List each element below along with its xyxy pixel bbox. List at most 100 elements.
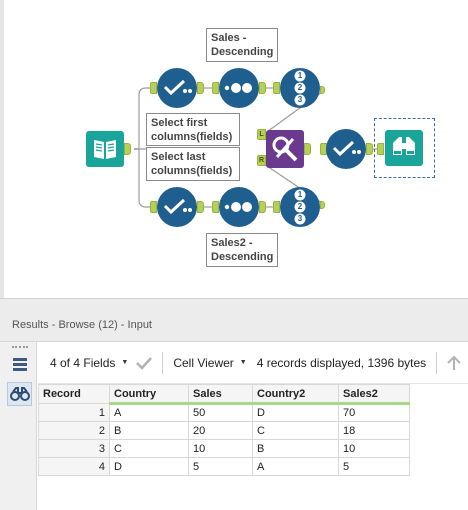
workflow-canvas[interactable]: Sales - Descending Select first columns(…: [0, 0, 468, 298]
cell-sales[interactable]: 5: [188, 457, 253, 476]
sample-top-output-anchor[interactable]: [259, 82, 266, 94]
record-number: 3: [38, 439, 110, 458]
sort-tool-top[interactable]: 1 2 3: [280, 68, 320, 108]
up-arrow-icon: [447, 355, 461, 370]
cell-sales2[interactable]: 70: [338, 403, 410, 422]
sample-tool-bottom[interactable]: [219, 187, 259, 227]
column-header-sales[interactable]: Sales: [188, 384, 253, 405]
sort-bottom-input-anchor[interactable]: [273, 201, 280, 213]
select-tool-bottom[interactable]: [157, 187, 197, 227]
browse-tool-selection[interactable]: [374, 118, 435, 178]
results-window-title: Results - Browse (12) - Input: [0, 310, 468, 342]
column-header-record[interactable]: Record: [38, 384, 110, 404]
join-right-anchor-label: R: [258, 157, 265, 164]
sample-tool-top[interactable]: [219, 68, 259, 108]
cell-country[interactable]: B: [109, 421, 189, 440]
cell-viewer-dropdown[interactable]: Cell Viewer ▼: [169, 342, 250, 384]
input-output-anchor[interactable]: [124, 143, 131, 155]
cell-sales2[interactable]: 5: [338, 457, 410, 476]
record-number: 2: [38, 421, 110, 440]
panel-divider[interactable]: [0, 298, 468, 310]
sort-number-1: 1: [297, 190, 303, 199]
sample-bottom-output-anchor[interactable]: [259, 201, 266, 213]
select-bottom-input-anchor[interactable]: [150, 201, 157, 213]
sort-bottom-output-anchor[interactable]: [320, 201, 325, 209]
sort-top-output-anchor[interactable]: [320, 86, 325, 94]
fields-dropdown-label: 4 of 4 Fields: [50, 355, 116, 370]
column-header-country[interactable]: Country: [109, 384, 189, 405]
cell-country[interactable]: C: [109, 439, 189, 458]
join-right-anchor[interactable]: R: [257, 155, 266, 166]
note-sales-descending-text: Sales - Descending: [211, 32, 274, 58]
table-row[interactable]: 2 B 20 C 18: [38, 421, 410, 440]
sample-dots-icon: [224, 83, 252, 93]
join-output-anchor[interactable]: [304, 143, 311, 155]
record-number: 1: [38, 403, 110, 422]
table-row[interactable]: 1 A 50 D 70: [38, 403, 410, 422]
sample-dots-icon: [224, 202, 252, 212]
cell-sales[interactable]: 20: [188, 421, 253, 440]
sort-top-input-anchor[interactable]: [273, 82, 280, 94]
input-book-icon: [94, 140, 116, 159]
results-grid[interactable]: Record Country Sales Country2 Sales2 1 A…: [38, 384, 468, 510]
sort-number-3: 3: [297, 95, 303, 104]
cell-sales2[interactable]: 10: [338, 439, 410, 458]
select-top-input-anchor[interactable]: [150, 82, 157, 94]
chevron-down-icon: ▼: [239, 359, 247, 366]
column-header-sales2[interactable]: Sales2: [338, 384, 410, 405]
note-sales2-descending[interactable]: Sales2 - Descending: [206, 233, 278, 267]
apply-fields-button[interactable]: [132, 342, 156, 384]
select-check-icon: [163, 79, 192, 96]
table-row[interactable]: 4 D 5 A 5: [38, 457, 410, 476]
metadata-view-button[interactable]: [7, 353, 32, 377]
record-status: 4 records displayed, 1396 bytes: [251, 342, 430, 384]
toolbar-separator: [436, 351, 438, 374]
cell-country2[interactable]: B: [252, 439, 339, 458]
cell-country[interactable]: A: [109, 403, 189, 422]
browse-binoculars-icon: [393, 137, 415, 155]
sort-number-2: 2: [297, 202, 303, 211]
note-sales-descending[interactable]: Sales - Descending: [206, 28, 278, 62]
chevron-down-icon: ▼: [121, 359, 129, 366]
column-header-country2[interactable]: Country2: [252, 384, 339, 405]
cell-country2[interactable]: D: [252, 403, 339, 422]
sort-tool-bottom[interactable]: 1 2 3: [280, 187, 320, 227]
sort-number-3: 3: [297, 214, 303, 223]
rail-grip-handle[interactable]: [12, 346, 28, 349]
browse-tool[interactable]: [385, 130, 423, 166]
sample-top-input-anchor[interactable]: [212, 82, 219, 94]
cell-country2[interactable]: A: [252, 457, 339, 476]
note-select-last-text: Select last columns(fields): [151, 151, 233, 177]
join-left-anchor-label: L: [259, 131, 264, 138]
fields-dropdown[interactable]: 4 of 4 Fields ▼: [38, 342, 132, 384]
join-tool[interactable]: [266, 130, 304, 168]
data-view-button[interactable]: [7, 382, 32, 406]
browse-input-anchor[interactable]: [377, 143, 384, 155]
select-bottom-output-anchor[interactable]: [197, 201, 204, 213]
results-toolbar: 4 of 4 Fields ▼ Cell Viewer ▼ 4 records …: [38, 342, 468, 384]
join-left-anchor[interactable]: L: [257, 129, 266, 140]
record-number: 4: [38, 457, 110, 476]
input-data-tool[interactable]: [86, 131, 124, 167]
join-pencil-icon: [272, 136, 298, 162]
select-final-output-anchor[interactable]: [366, 143, 373, 155]
select-check-icon: [163, 198, 192, 215]
header-row: Record Country Sales Country2 Sales2: [38, 384, 410, 405]
table-row[interactable]: 3 C 10 B 10: [38, 439, 410, 458]
cell-sales2[interactable]: 18: [338, 421, 410, 440]
record-status-text: 4 records displayed, 1396 bytes: [256, 355, 427, 370]
select-top-output-anchor[interactable]: [197, 82, 204, 94]
cell-country2[interactable]: C: [252, 421, 339, 440]
select-tool-final[interactable]: [326, 129, 366, 169]
note-select-last[interactable]: Select last columns(fields): [146, 147, 240, 181]
cell-sales[interactable]: 10: [188, 439, 253, 458]
list-icon: [12, 358, 27, 371]
sort-number-2: 2: [297, 83, 303, 92]
select-tool-top[interactable]: [157, 68, 197, 108]
cell-sales[interactable]: 50: [188, 403, 253, 422]
cell-country[interactable]: D: [109, 457, 189, 476]
note-select-first[interactable]: Select first columns(fields): [146, 113, 240, 146]
checkmark-icon: [136, 356, 153, 370]
sample-bottom-input-anchor[interactable]: [212, 201, 219, 213]
scroll-up-button[interactable]: [443, 342, 465, 384]
